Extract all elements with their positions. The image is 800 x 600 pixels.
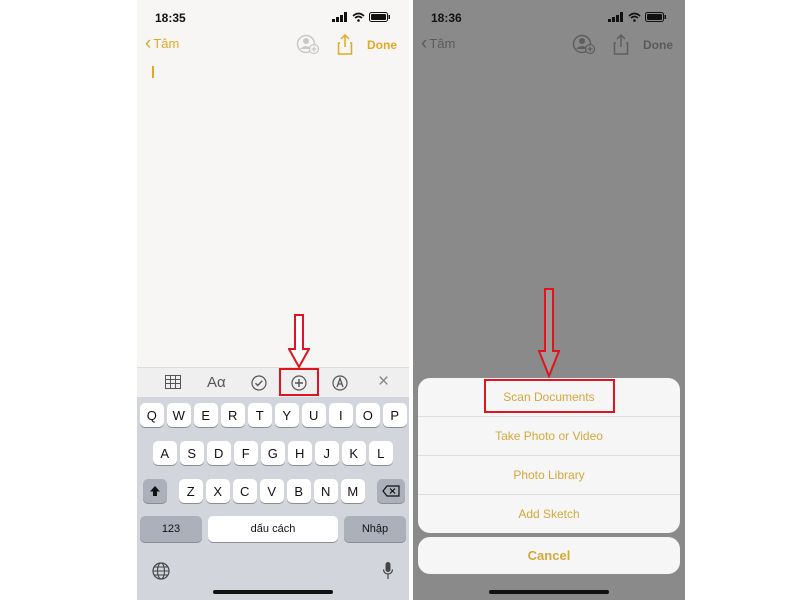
numbers-key[interactable]: 123	[140, 516, 202, 542]
key-n[interactable]: N	[314, 479, 338, 503]
globe-icon[interactable]	[152, 562, 170, 580]
status-time: 18:35	[155, 11, 186, 25]
notes-toolbar: Aα ×	[137, 367, 409, 398]
home-indicator	[213, 590, 333, 594]
key-z[interactable]: Z	[179, 479, 203, 503]
table-icon[interactable]	[165, 375, 181, 389]
wifi-icon	[352, 12, 365, 22]
shift-arrow-icon	[150, 486, 160, 496]
key-y[interactable]: Y	[275, 403, 299, 427]
signal-icon	[332, 12, 347, 22]
sheet-item-take-photo[interactable]: Take Photo or Video	[418, 417, 680, 456]
key-r[interactable]: R	[221, 403, 245, 427]
key-b[interactable]: B	[287, 479, 311, 503]
key-l[interactable]: L	[369, 441, 393, 465]
back-button[interactable]: ‹ Tâm	[145, 32, 180, 54]
key-o[interactable]: O	[356, 403, 380, 427]
space-key[interactable]: dấu cách	[208, 516, 338, 542]
add-people-icon[interactable]	[572, 34, 596, 56]
close-icon[interactable]: ×	[378, 371, 389, 393]
format-text-button[interactable]: Aα	[207, 374, 226, 391]
sheet-item-add-sketch[interactable]: Add Sketch	[418, 495, 680, 533]
down-arrow-annotation	[288, 314, 310, 368]
wifi-icon	[628, 12, 641, 22]
key-s[interactable]: S	[180, 441, 204, 465]
status-icons	[332, 11, 391, 23]
checklist-icon[interactable]	[251, 375, 267, 391]
microphone-icon[interactable]	[382, 561, 394, 581]
key-g[interactable]: G	[261, 441, 285, 465]
key-j[interactable]: J	[315, 441, 339, 465]
key-p[interactable]: P	[383, 403, 407, 427]
chevron-left-icon: ‹	[145, 32, 152, 54]
back-button[interactable]: ‹ Tâm	[421, 32, 456, 54]
add-people-icon[interactable]	[296, 34, 320, 56]
share-icon[interactable]	[337, 34, 353, 56]
keyboard: QWERTYUIOPASDFGHJKLZXCVBNM 123 dấu cách …	[137, 397, 409, 600]
text-cursor	[152, 66, 154, 78]
highlight-box	[279, 368, 319, 396]
key-a[interactable]: A	[153, 441, 177, 465]
key-c[interactable]: C	[233, 479, 257, 503]
key-d[interactable]: D	[207, 441, 231, 465]
back-label: Tâm	[153, 36, 180, 51]
markup-pen-icon[interactable]	[332, 375, 348, 391]
key-w[interactable]: W	[167, 403, 191, 427]
done-button[interactable]: Done	[367, 38, 397, 52]
battery-icon	[645, 12, 666, 22]
battery-icon	[369, 12, 390, 22]
home-indicator	[489, 590, 609, 594]
signal-icon	[608, 12, 623, 22]
chevron-left-icon: ‹	[421, 32, 428, 54]
backspace-icon	[382, 485, 400, 497]
done-button[interactable]: Done	[643, 38, 673, 52]
highlight-box	[484, 379, 615, 413]
cancel-sheet: Cancel	[418, 537, 680, 574]
share-icon[interactable]	[613, 34, 629, 56]
notes-screen-right: 18:36 ‹ Tâm Done Scan Documents Take Pho…	[413, 0, 685, 600]
cancel-button[interactable]: Cancel	[418, 537, 680, 574]
down-arrow-annotation	[538, 288, 560, 378]
nav-bar: ‹ Tâm Done	[413, 30, 685, 60]
status-icons	[608, 11, 667, 23]
notes-screen-left: 18:35 ‹ Tâm Done Aα × Q W E R T Y U I O …	[137, 0, 409, 600]
back-label: Tâm	[429, 36, 456, 51]
key-f[interactable]: F	[234, 441, 258, 465]
return-key[interactable]: Nhập	[344, 516, 406, 542]
key-q[interactable]: Q	[140, 403, 164, 427]
delete-key[interactable]	[377, 479, 405, 503]
key-i[interactable]: I	[329, 403, 353, 427]
status-time: 18:36	[431, 11, 462, 25]
shift-key[interactable]	[143, 479, 167, 503]
key-k[interactable]: K	[342, 441, 366, 465]
sheet-item-photo-library[interactable]: Photo Library	[418, 456, 680, 495]
key-x[interactable]: X	[206, 479, 230, 503]
key-t[interactable]: T	[248, 403, 272, 427]
key-h[interactable]: H	[288, 441, 312, 465]
key-u[interactable]: U	[302, 403, 326, 427]
nav-bar: ‹ Tâm Done	[137, 30, 409, 60]
key-m[interactable]: M	[341, 479, 365, 503]
key-v[interactable]: V	[260, 479, 284, 503]
key-e[interactable]: E	[194, 403, 218, 427]
